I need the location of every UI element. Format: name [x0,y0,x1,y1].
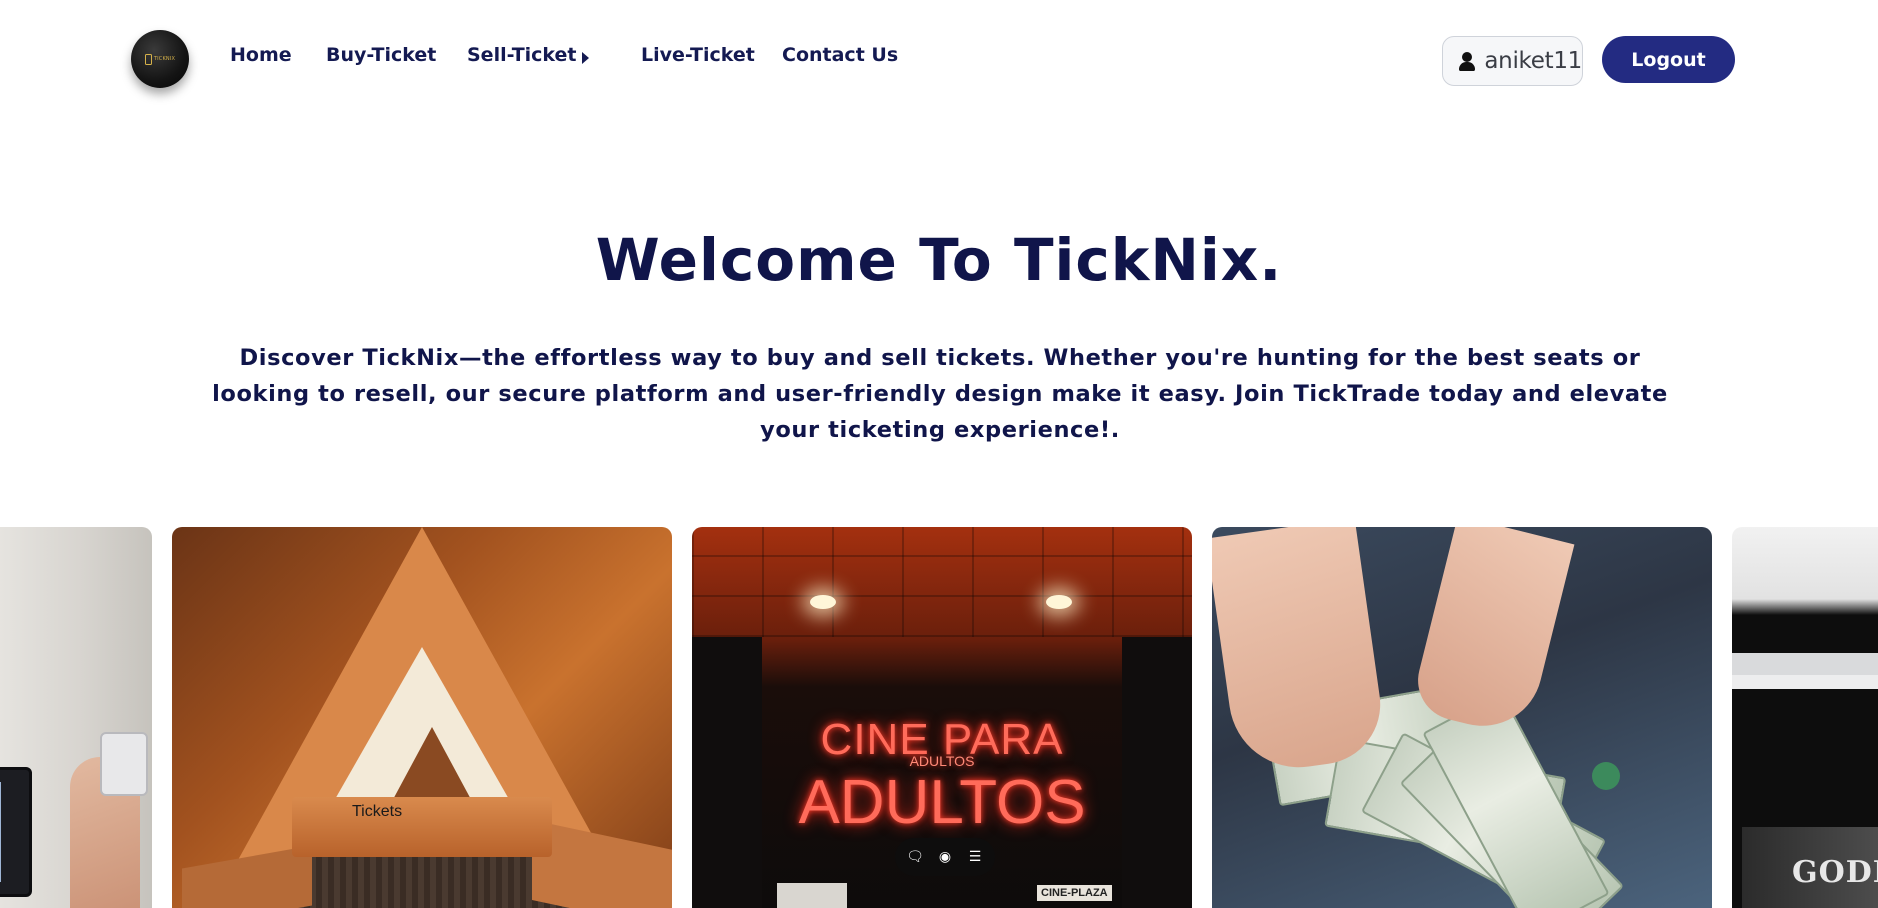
carousel-card[interactable]: GODLESS [1732,527,1878,908]
nav-live-ticket[interactable]: Live-Ticket [641,44,755,66]
username: aniket11 [1484,48,1582,74]
ticket-booth-image: Tickets [172,527,672,908]
caret-right-icon[interactable] [582,52,589,64]
image-overlay-toolbar: 🗨 ◉ ☰ [895,838,995,876]
netflix-screen-image: GODLESS [1732,527,1878,908]
neon-cinema-image: CINE PARA ADULTOS ADULTOS CINE-PLAZA 🗨 ◉… [692,527,1192,908]
phone-icon [144,53,152,65]
dollar-bills-image [1212,527,1712,908]
menu-icon[interactable]: ☰ [966,848,984,866]
nav-contact-us[interactable]: Contact Us [782,44,898,66]
image-carousel: Tickets CINE PARA ADULTOS ADULTOS CINE-P… [0,527,1878,908]
carousel-card[interactable]: CINE PARA ADULTOS ADULTOS CINE-PLAZA 🗨 ◉… [692,527,1192,908]
logo-mark: TICKNIX [144,53,176,65]
user-profile-chip[interactable]: aniket11 [1442,36,1583,86]
nav-home[interactable]: Home [230,44,292,66]
carousel-card[interactable]: Tickets [172,527,672,908]
logout-button[interactable]: Logout [1602,36,1735,83]
eye-icon[interactable]: ◉ [936,848,954,866]
carousel-card[interactable] [1212,527,1712,908]
tickets-sign: Tickets [352,803,403,820]
carousel-card[interactable] [0,527,152,908]
neon-sign-line2: ADULTOS [798,768,1086,837]
cine-plaza-sign: CINE-PLAZA [1037,885,1112,901]
hero-title: Welcome To TickNix. [595,226,1283,294]
logo-text: TICKNIX [153,56,176,62]
site-logo[interactable]: TICKNIX [131,30,189,88]
nav-buy-ticket[interactable]: Buy-Ticket [326,44,436,66]
navbar: TICKNIX Home Buy-Ticket Sell-Ticket Live… [0,0,1878,118]
user-icon [1457,50,1475,72]
office-hand-image [0,527,152,908]
comment-icon[interactable]: 🗨 [906,848,924,866]
nav-sell-ticket[interactable]: Sell-Ticket [467,44,577,66]
hero-description: Discover TickNix—the effortless way to b… [212,345,1668,443]
poster-title: GODLESS [1792,855,1878,890]
